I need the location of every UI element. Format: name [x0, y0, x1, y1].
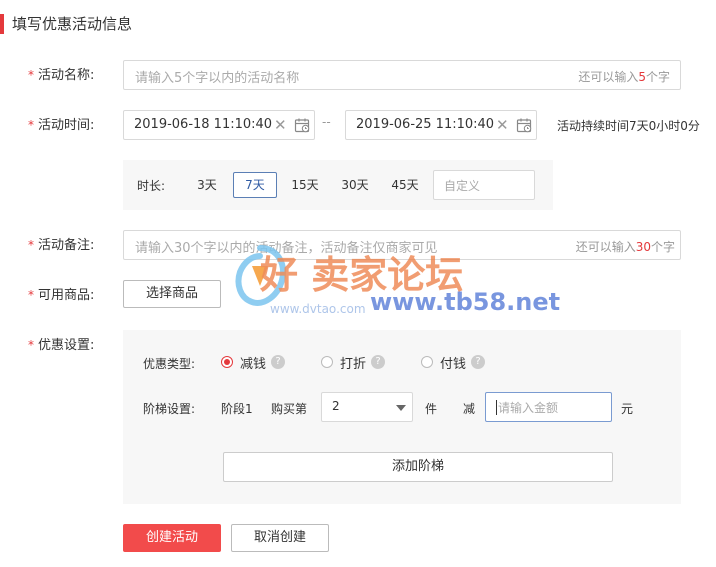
discount-type-pay[interactable]: 付钱 ? [421, 354, 501, 372]
duration-option-30[interactable]: 30天 [335, 171, 375, 199]
discount-type-reduce[interactable]: 减钱 ? [221, 354, 301, 372]
activity-note-char-hint: 还可以输入30个字 [575, 240, 675, 254]
radio-checked[interactable] [221, 356, 233, 368]
name-label-row: * 活动名称: [28, 65, 94, 86]
add-tier-button[interactable]: 添加阶梯 [223, 452, 613, 482]
activity-name-input[interactable]: 请输入5个字以内的活动名称 还可以输入5个字 [123, 60, 681, 90]
currency-label: 元 [621, 402, 634, 416]
time-label: 活动时间: [38, 118, 95, 133]
duration-option-45[interactable]: 45天 [385, 171, 425, 199]
radio-unchecked[interactable] [321, 356, 333, 368]
duration-panel: 时长: 3天 7天 15天 30天 45天 自定义 [123, 160, 553, 210]
end-date-value: 2019-06-25 11:10:40 [356, 117, 495, 132]
help-icon[interactable]: ? [271, 355, 285, 369]
duration-option-15[interactable]: 15天 [285, 171, 325, 199]
end-date-input[interactable]: 2019-06-25 11:10:40 ✕ [345, 110, 537, 140]
watermark-subsite: www.dvtao.com [270, 302, 366, 316]
tier-name: 阶段1 [221, 402, 253, 416]
goods-label: 可用商品: [38, 288, 95, 303]
custom-duration-input[interactable]: 自定义 [433, 170, 535, 200]
name-label: 活动名称: [38, 68, 95, 83]
calendar-icon[interactable] [516, 117, 532, 133]
buy-quantity-select[interactable]: 2 [321, 392, 413, 422]
duration-summary: 活动持续时间7天0小时0分 [557, 119, 700, 133]
duration-label: 时长: [137, 179, 166, 193]
tier-label: 阶梯设置: [143, 402, 196, 416]
forum-watermark: 好 卖家论坛 www.tb58.net www.dvtao.com [230, 238, 560, 328]
activity-name-placeholder: 请输入5个字以内的活动名称 [135, 71, 300, 86]
duration-option-3[interactable]: 3天 [189, 171, 225, 199]
watermark-site: www.tb58.net [370, 288, 561, 316]
discount-label-row: * 优惠设置: [28, 338, 95, 353]
discount-type-percent[interactable]: 打折 ? [321, 354, 401, 372]
duration-option-7[interactable]: 7天 [233, 172, 277, 198]
start-date-value: 2019-06-18 11:10:40 [134, 117, 273, 132]
buy-label: 购买第 [271, 402, 308, 416]
discount-type-label: 优惠类型: [143, 357, 196, 371]
start-date-input[interactable]: 2019-06-18 11:10:40 ✕ [123, 110, 315, 140]
help-icon[interactable]: ? [471, 355, 485, 369]
clear-icon[interactable]: ✕ [496, 116, 509, 134]
text-caret [496, 400, 497, 415]
note-label: 活动备注: [38, 238, 95, 253]
required-mark: * [28, 68, 34, 82]
create-activity-button[interactable]: 创建活动 [123, 524, 221, 552]
time-label-row: * 活动时间: [28, 118, 95, 133]
discount-panel: 优惠类型: 减钱 ? 打折 ? 付钱 ? 阶梯设置: 阶段1 购买第 2 件 减… [123, 330, 681, 504]
calendar-icon[interactable] [294, 117, 310, 133]
date-separator: -- [322, 115, 331, 129]
activity-name-char-hint: 还可以输入5个字 [578, 70, 670, 84]
select-goods-button[interactable]: 选择商品 [123, 280, 221, 308]
help-icon[interactable]: ? [371, 355, 385, 369]
minus-label: 减 [463, 402, 476, 416]
chevron-down-icon [396, 405, 406, 411]
unit-label: 件 [425, 402, 438, 416]
discount-label: 优惠设置: [38, 338, 95, 353]
goods-label-row: * 可用商品: [28, 288, 95, 303]
clear-icon[interactable]: ✕ [274, 116, 287, 134]
page-title: 填写优惠活动信息 [12, 15, 133, 33]
title-accent-bar [0, 14, 4, 34]
note-label-row: * 活动备注: [28, 238, 95, 253]
amount-input[interactable]: 请输入金额 [485, 392, 612, 422]
radio-unchecked[interactable] [421, 356, 433, 368]
cancel-create-button[interactable]: 取消创建 [231, 524, 329, 552]
